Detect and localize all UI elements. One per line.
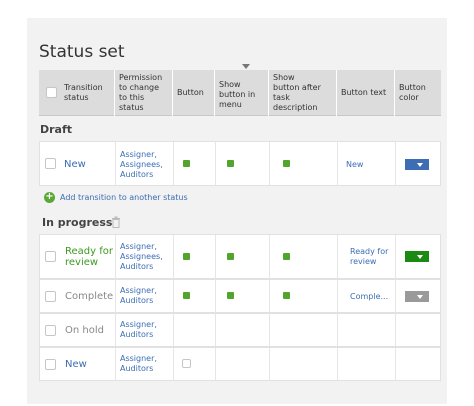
- plus-circle-icon: +: [44, 191, 55, 203]
- table-row[interactable]: Ready for review Assigner, Assignees, Au…: [39, 234, 441, 279]
- header-permission-label: Permission to change to this status: [119, 73, 163, 112]
- button-text-link[interactable]: New: [346, 160, 363, 170]
- button-color-dropdown[interactable]: [405, 291, 429, 302]
- select-all-checkbox[interactable]: [46, 87, 57, 98]
- header-button-text-label: Button text: [341, 88, 387, 97]
- header-show-in-menu-label: Show button in menu: [219, 80, 256, 109]
- header-button-color-label: Button color: [399, 83, 426, 102]
- status-name[interactable]: New: [64, 159, 86, 170]
- table-row[interactable]: On hold Assigner, Auditors: [39, 313, 441, 347]
- status-name[interactable]: Ready for review: [65, 246, 113, 268]
- button-checkbox[interactable]: [182, 359, 191, 368]
- add-transition-label: Add transition to another status: [60, 193, 188, 202]
- status-name[interactable]: Complete: [65, 291, 113, 302]
- row-checkbox[interactable]: [45, 291, 56, 302]
- button-text-link[interactable]: Comple...: [350, 292, 388, 302]
- permission-link[interactable]: Assigner, Auditors: [120, 354, 157, 374]
- show-after-task-checkbox[interactable]: [283, 292, 290, 299]
- button-color-dropdown[interactable]: [405, 159, 429, 170]
- button-checkbox[interactable]: [183, 160, 190, 167]
- status-name[interactable]: New: [65, 359, 87, 370]
- show-in-menu-checkbox[interactable]: [227, 160, 234, 167]
- row-checkbox[interactable]: [45, 251, 56, 262]
- row-checkbox[interactable]: [45, 158, 56, 169]
- permission-link[interactable]: Assigner, Assignees, Auditors: [120, 150, 163, 180]
- header-button: Button: [173, 70, 215, 116]
- header-show-in-menu: Show button in menu: [215, 70, 269, 116]
- button-checkbox[interactable]: [183, 292, 190, 299]
- header-transition-status-label: Transition status: [64, 83, 103, 102]
- show-in-menu-checkbox[interactable]: [227, 253, 234, 260]
- header-button-label: Button: [177, 88, 204, 97]
- trash-icon[interactable]: [111, 216, 121, 228]
- table-row[interactable]: Complete Assigner, Auditors Comple...: [39, 279, 441, 313]
- table-row[interactable]: New Assigner, Auditors: [39, 347, 441, 381]
- add-transition-link[interactable]: + Add transition to another status: [44, 192, 188, 203]
- caret-down-icon: [417, 163, 423, 167]
- header-button-text: Button text: [337, 70, 395, 116]
- caret-down-icon: [417, 295, 423, 299]
- header-transition-status: Transition status: [39, 70, 115, 116]
- caret-down-icon: [417, 255, 423, 259]
- status-name[interactable]: On hold: [65, 325, 104, 336]
- header-button-color: Button color: [395, 70, 441, 116]
- permission-link[interactable]: Assigner, Assignees, Auditors: [120, 242, 163, 272]
- button-color-dropdown[interactable]: [405, 251, 429, 262]
- show-in-menu-checkbox[interactable]: [227, 292, 234, 299]
- row-checkbox[interactable]: [45, 325, 56, 336]
- permission-link[interactable]: Assigner, Auditors: [120, 286, 157, 306]
- button-checkbox[interactable]: [183, 253, 190, 260]
- page-title: Status set: [39, 42, 125, 62]
- permission-link[interactable]: Assigner, Auditors: [120, 320, 157, 340]
- header-permission: Permission to change to this status: [115, 70, 173, 116]
- section-title-draft: Draft: [40, 123, 73, 136]
- show-after-task-checkbox[interactable]: [283, 253, 290, 260]
- header-show-after-task: Show button after task description: [269, 70, 337, 116]
- table-row[interactable]: New Assigner, Assignees, Auditors New: [39, 141, 441, 186]
- show-after-task-checkbox[interactable]: [283, 160, 290, 167]
- button-text-link[interactable]: Ready for review: [350, 247, 388, 267]
- section-title-in-progress: In progress: [42, 216, 113, 229]
- row-checkbox[interactable]: [45, 359, 56, 370]
- table-header: Transition status Permission to change t…: [39, 70, 441, 116]
- header-show-after-task-label: Show button after task description: [273, 73, 321, 112]
